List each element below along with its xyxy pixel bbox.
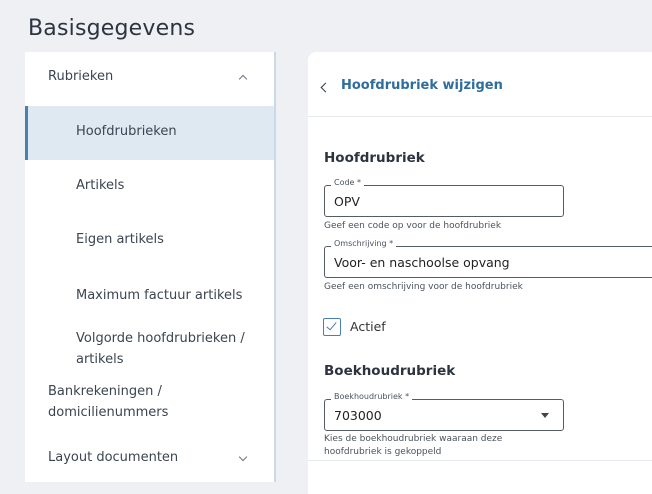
sidebar-item-label: Layout documenten (48, 450, 179, 465)
code-field[interactable]: Code * OPV (324, 178, 564, 217)
omschrijving-field[interactable]: Omschrijving * Voor- en naschoolse opvan… (324, 239, 652, 278)
section-title-hoofdrubriek: Hoofdrubriek (324, 150, 425, 166)
sidebar: Rubrieken Hoofdrubrieken Artikels Eigen … (25, 52, 276, 482)
divider (308, 460, 652, 461)
omschrijving-field-label: Omschrijving * (331, 239, 397, 248)
boekhoudrubriek-value: 703000 (334, 408, 382, 423)
code-hint: Geef een code op voor de hoofdrubriek (324, 221, 502, 231)
code-field-label: Code * (331, 178, 365, 187)
boekhoudrubriek-hint-line1: Kies de boekhoudrubriek waaraan deze (324, 434, 503, 444)
sidebar-item-bankrekeningen[interactable]: Bankrekeningen / domicilienummers (25, 382, 274, 426)
sidebar-item-label: Maximum factuur artikels (76, 288, 243, 303)
sidebar-item-label: Eigen artikels (76, 232, 164, 247)
omschrijving-field-value: Voor- en naschoolse opvang (334, 255, 510, 270)
code-field-value: OPV (334, 194, 360, 209)
sidebar-item-artikels[interactable]: Artikels (25, 160, 274, 214)
sidebar-item-label-line1: Volgorde hoofdrubrieken / (76, 331, 245, 346)
sidebar-item-maximum-factuur-artikels[interactable]: Maximum factuur artikels (25, 268, 274, 322)
section-title-boekhoudrubriek: Boekhoudrubriek (324, 363, 456, 379)
sidebar-item-rubrieken[interactable]: Rubrieken (25, 52, 274, 106)
sidebar-item-label: Artikels (76, 178, 125, 193)
back-chevron-icon[interactable] (320, 82, 331, 93)
sidebar-item-hoofdrubrieken[interactable]: Hoofdrubrieken (25, 106, 274, 160)
chevron-down-icon (238, 452, 248, 462)
boekhoudrubriek-dropdown[interactable]: Boekhoudrubriek * 703000 (324, 392, 564, 431)
chevron-up-icon (238, 74, 248, 84)
sidebar-item-label-line1: Bankrekeningen / (48, 384, 162, 399)
sidebar-item-label-line2: artikels (76, 352, 124, 367)
sidebar-scrollbar[interactable] (274, 52, 276, 482)
sidebar-item-label: Rubrieken (48, 69, 114, 84)
sidebar-item-volgorde[interactable]: Volgorde hoofdrubrieken / artikels (25, 322, 274, 372)
header-title[interactable]: Hoofdrubriek wijzigen (341, 78, 503, 93)
card-header: Hoofdrubriek wijzigen (308, 52, 652, 117)
sidebar-item-label-line2: domicilienummers (48, 405, 169, 420)
sidebar-item-layout-documenten[interactable]: Layout documenten (25, 442, 274, 476)
boekhoudrubriek-hint-line2: hoofdrubriek is gekoppeld (324, 447, 442, 457)
omschrijving-hint: Geef een omschrijving voor de hoofdrubri… (324, 282, 523, 292)
boekhoudrubriek-label: Boekhoudrubriek * (331, 392, 413, 401)
page-title: Basisgegevens (28, 16, 196, 41)
sidebar-item-label: Hoofdrubrieken (76, 124, 177, 139)
sidebar-item-eigen-artikels[interactable]: Eigen artikels (25, 214, 274, 268)
actief-label[interactable]: Actief (350, 319, 386, 334)
edit-card: Hoofdrubriek wijzigen Hoofdrubriek Code … (308, 52, 652, 494)
caret-down-icon (541, 413, 549, 418)
actief-checkbox[interactable] (323, 318, 341, 336)
